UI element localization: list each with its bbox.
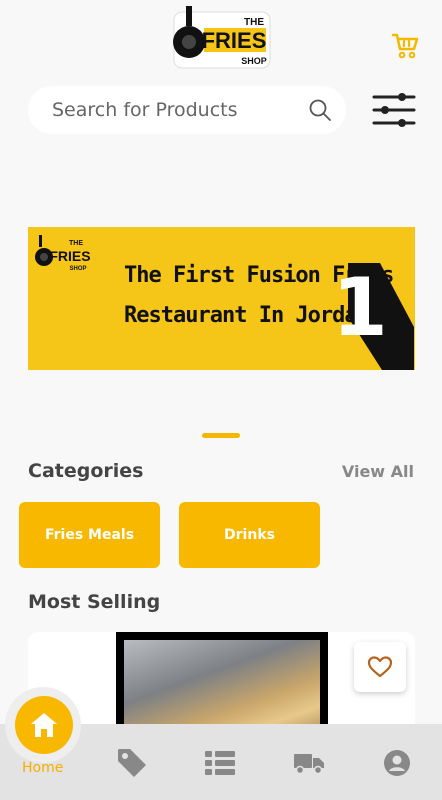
search-input[interactable]: Search for Products [52,99,238,121]
promo-banner[interactable]: THE FRIES SHOP The First Fusion Fries Re… [28,227,415,370]
tag-icon[interactable] [115,746,149,780]
svg-text:SHOP: SHOP [241,56,267,66]
sliders-icon[interactable] [372,92,416,128]
categories-title: Categories [28,460,144,482]
heart-icon [367,656,393,678]
cart-icon[interactable] [390,30,420,60]
svg-text:FRIES: FRIES [49,248,90,264]
truck-icon[interactable] [292,746,326,780]
svg-text:1: 1 [334,261,388,354]
banner-headline-2: Restaurant In Jordan [124,303,370,328]
svg-text:THE: THE [69,240,83,247]
banner-logo: THE FRIES SHOP [35,235,90,272]
most-selling-title: Most Selling [28,591,161,613]
view-all-link[interactable]: View All [342,462,414,481]
list-icon[interactable] [203,746,237,780]
search-bar[interactable]: Search for Products [28,86,346,134]
header: THE FRIES SHOP [0,0,442,80]
banner-number-one: 1 [334,261,414,370]
brand-logo[interactable]: THE FRIES SHOP [172,6,272,72]
favorite-button[interactable] [354,642,406,692]
carousel-indicator[interactable] [202,433,240,438]
svg-text:THE: THE [244,17,264,28]
home-tab[interactable] [15,696,73,754]
svg-text:FRIES: FRIES [202,28,267,53]
home-tab-label: Home [22,760,64,776]
svg-text:SHOP: SHOP [69,266,86,272]
home-icon [31,713,57,737]
category-fries-meals[interactable]: Fries Meals [19,502,160,568]
search-icon[interactable] [308,98,332,122]
category-drinks[interactable]: Drinks [179,502,320,568]
account-icon[interactable] [380,746,414,780]
